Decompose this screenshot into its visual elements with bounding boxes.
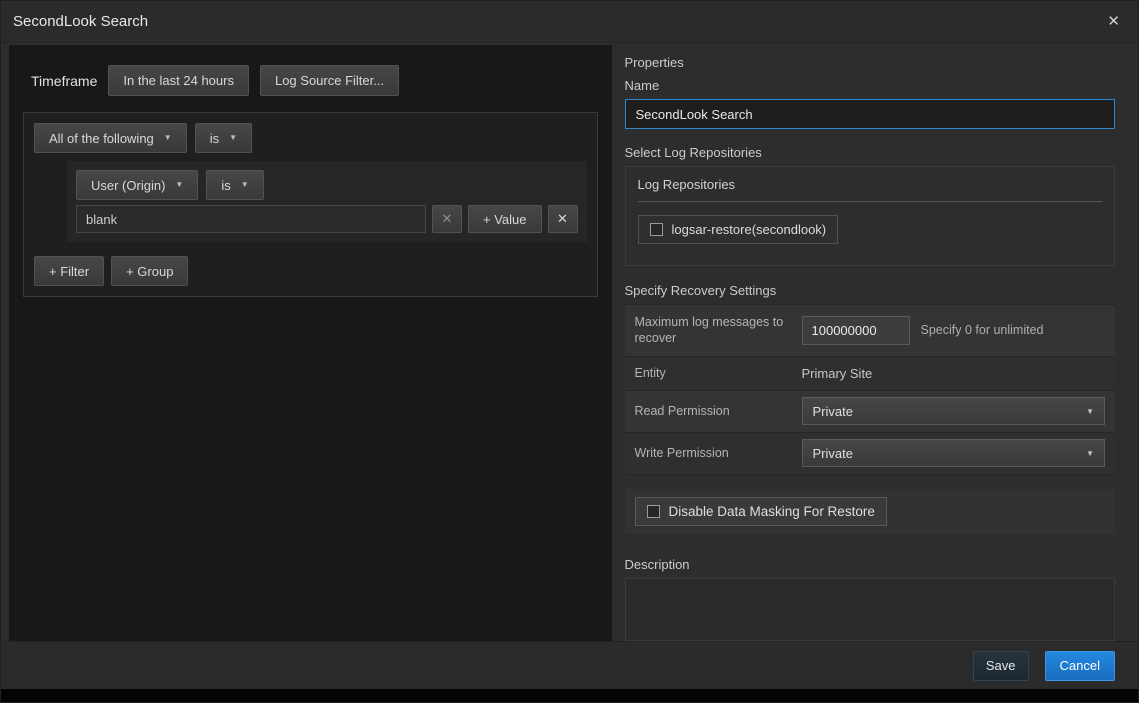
timeframe-label: Timeframe xyxy=(31,73,97,89)
recovery-settings-table: Maximum log messages to recover Specify … xyxy=(625,304,1116,475)
description-label: Description xyxy=(625,557,1116,572)
cancel-button[interactable]: Cancel xyxy=(1045,651,1115,681)
remove-value-button[interactable]: ✕ xyxy=(432,205,462,233)
log-repositories-header: Log Repositories xyxy=(638,177,1103,202)
close-icon[interactable]: ✕ xyxy=(1103,12,1124,31)
recovery-settings-label: Specify Recovery Settings xyxy=(625,283,1116,298)
write-permission-cell: Private ▼ xyxy=(798,433,1116,474)
chevron-down-icon: ▼ xyxy=(1086,407,1094,416)
dialog-content: Timeframe In the last 24 hours Log Sourc… xyxy=(1,43,1138,641)
name-label: Name xyxy=(625,78,1116,93)
filter-value-row: ✕ + Value ✕ xyxy=(76,205,578,233)
save-button-label: Save xyxy=(986,658,1016,673)
repository-item-label: logsar-restore(secondlook) xyxy=(672,222,827,237)
filter-condition-dropdown[interactable]: is ▼ xyxy=(206,170,263,200)
disable-masking-label: Disable Data Masking For Restore xyxy=(669,504,875,519)
cancel-button-label: Cancel xyxy=(1060,658,1100,673)
titlebar: SecondLook Search ✕ xyxy=(1,1,1138,43)
name-input[interactable] xyxy=(625,99,1116,129)
add-value-button[interactable]: + Value xyxy=(468,205,542,233)
save-button[interactable]: Save xyxy=(973,651,1029,681)
group-operator-row: All of the following ▼ is ▼ xyxy=(34,123,587,153)
filter-row: User (Origin) ▼ is ▼ ✕ xyxy=(67,161,587,242)
filter-condition-label: is xyxy=(221,178,230,193)
read-permission-dropdown[interactable]: Private ▼ xyxy=(802,397,1106,425)
table-row-entity: Entity Primary Site xyxy=(625,356,1116,390)
masking-strip: Disable Data Masking For Restore xyxy=(625,489,1116,534)
remove-icon: ✕ xyxy=(557,211,568,227)
group-operator-dropdown[interactable]: All of the following ▼ xyxy=(34,123,187,153)
filter-group: All of the following ▼ is ▼ User (Origin… xyxy=(23,112,598,297)
table-row-write-permission: Write Permission Private ▼ xyxy=(625,432,1116,474)
secondlook-search-dialog: SecondLook Search ✕ Timeframe In the las… xyxy=(0,0,1139,703)
log-source-filter-button[interactable]: Log Source Filter... xyxy=(260,65,399,96)
read-permission-label: Read Permission xyxy=(625,391,798,432)
filter-field-label: User (Origin) xyxy=(91,178,165,193)
properties-heading: Properties xyxy=(625,55,1116,70)
timeframe-row: Timeframe In the last 24 hours Log Sourc… xyxy=(31,65,598,96)
group-condition-label: is xyxy=(210,131,219,146)
properties-panel: Properties Name Select Log Repositories … xyxy=(625,45,1116,641)
repository-checkbox[interactable] xyxy=(650,223,663,236)
filter-group-actions: + Filter + Group xyxy=(34,256,587,286)
window-bottom-edge xyxy=(1,689,1138,702)
read-permission-cell: Private ▼ xyxy=(798,391,1116,432)
filter-field-dropdown[interactable]: User (Origin) ▼ xyxy=(76,170,198,200)
chevron-down-icon: ▼ xyxy=(229,134,237,142)
write-permission-label: Write Permission xyxy=(625,433,798,474)
description-textarea[interactable] xyxy=(625,578,1116,641)
remove-icon: ✕ xyxy=(442,211,453,227)
entity-value: Primary Site xyxy=(802,366,873,381)
timeframe-button[interactable]: In the last 24 hours xyxy=(108,65,249,96)
group-operator-label: All of the following xyxy=(49,131,154,146)
page-title: SecondLook Search xyxy=(13,13,148,30)
max-messages-hint: Specify 0 for unlimited xyxy=(921,323,1044,337)
entity-label: Entity xyxy=(625,357,798,390)
chevron-down-icon: ▼ xyxy=(175,181,183,189)
add-group-label: + Group xyxy=(126,264,173,279)
disable-masking-option[interactable]: Disable Data Masking For Restore xyxy=(635,497,887,526)
add-group-button[interactable]: + Group xyxy=(111,256,188,286)
disable-masking-checkbox[interactable] xyxy=(647,505,660,518)
write-permission-value: Private xyxy=(813,446,853,461)
group-condition-dropdown[interactable]: is ▼ xyxy=(195,123,252,153)
add-filter-button[interactable]: + Filter xyxy=(34,256,104,286)
remove-filter-button[interactable]: ✕ xyxy=(548,205,578,233)
select-repositories-label: Select Log Repositories xyxy=(625,145,1116,160)
write-permission-dropdown[interactable]: Private ▼ xyxy=(802,439,1106,467)
max-messages-input[interactable] xyxy=(802,316,910,345)
filter-value-input[interactable] xyxy=(76,205,426,233)
chevron-down-icon: ▼ xyxy=(1086,449,1094,458)
query-builder-panel: Timeframe In the last 24 hours Log Sourc… xyxy=(9,45,612,641)
add-filter-label: + Filter xyxy=(49,264,89,279)
entity-cell: Primary Site xyxy=(798,357,1116,390)
dialog-footer: Save Cancel xyxy=(1,641,1138,689)
max-messages-label: Maximum log messages to recover xyxy=(625,305,798,356)
timeframe-button-label: In the last 24 hours xyxy=(123,73,234,88)
max-messages-cell: Specify 0 for unlimited xyxy=(798,305,1116,356)
filter-field-row: User (Origin) ▼ is ▼ xyxy=(76,170,578,200)
table-row-read-permission: Read Permission Private ▼ xyxy=(625,390,1116,432)
log-source-filter-label: Log Source Filter... xyxy=(275,73,384,88)
log-repositories-box: Log Repositories logsar-restore(secondlo… xyxy=(625,166,1116,266)
add-value-label: + Value xyxy=(483,212,527,227)
chevron-down-icon: ▼ xyxy=(164,134,172,142)
table-row-max-messages: Maximum log messages to recover Specify … xyxy=(625,304,1116,356)
chevron-down-icon: ▼ xyxy=(241,181,249,189)
read-permission-value: Private xyxy=(813,404,853,419)
repository-item[interactable]: logsar-restore(secondlook) xyxy=(638,215,839,244)
